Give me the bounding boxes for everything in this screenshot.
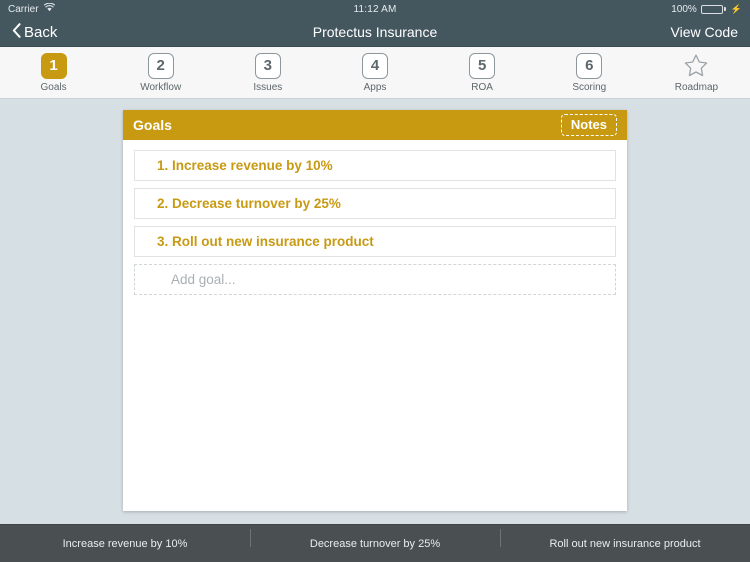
tab-goals[interactable]: 1 Goals [0,47,107,98]
page-title: Protectus Insurance [312,24,438,40]
tab-scoring-label: Scoring [572,81,607,93]
view-code-button[interactable]: View Code [671,24,738,40]
back-button[interactable]: Back [12,22,58,42]
star-outline-icon [683,53,709,79]
goal-item[interactable]: 3. Roll out new insurance product [134,226,616,257]
battery-percent-label: 100% [671,3,697,15]
tab-roa[interactable]: 5 ROA [429,47,536,98]
status-bar: Carrier 11:12 AM 100% ⚡ [0,0,750,18]
bottom-summary-bar: Increase revenue by 10% Decrease turnove… [0,524,750,562]
tab-goals-label: Goals [40,81,67,93]
chevron-left-icon [12,22,21,42]
goals-panel-header: Goals Notes [123,110,627,140]
tab-issues[interactable]: 3 Issues [214,47,321,98]
tab-scoring[interactable]: 6 Scoring [536,47,643,98]
bottom-bar-item[interactable]: Decrease turnover by 25% [250,528,500,550]
add-goal-input[interactable]: Add goal... [134,264,616,295]
number-badge-4: 4 [361,52,388,79]
charging-bolt-icon: ⚡ [730,3,742,14]
battery-full-icon [700,4,726,14]
number-badge-6: 6 [576,52,603,79]
nav-bar: Back Protectus Insurance View Code [0,18,750,47]
tab-strip: 1 Goals 2 Workflow 3 Issues 4 Apps 5 ROA… [0,47,750,99]
goals-panel: Goals Notes 1. Increase revenue by 10% 2… [123,110,627,511]
goals-panel-title: Goals [133,117,172,133]
tab-roadmap[interactable]: Roadmap [643,47,750,98]
number-badge-3: 3 [254,52,281,79]
tab-issues-label: Issues [253,81,283,93]
tab-workflow-label: Workflow [140,81,182,93]
status-bar-time: 11:12 AM [353,3,397,15]
notes-button[interactable]: Notes [560,114,617,136]
number-badge-2: 2 [147,52,174,79]
number-badge-5: 5 [469,52,496,79]
app-root: Carrier 11:12 AM 100% ⚡ Back Protectus I… [0,0,750,562]
tab-roadmap-label: Roadmap [674,81,719,93]
back-button-label: Back [24,23,58,41]
tab-workflow[interactable]: 2 Workflow [107,47,214,98]
bottom-bar-item[interactable]: Roll out new insurance product [500,528,750,550]
bottom-bar-item[interactable]: Increase revenue by 10% [0,538,250,550]
goal-item[interactable]: 2. Decrease turnover by 25% [134,188,616,219]
goal-item[interactable]: 1. Increase revenue by 10% [134,150,616,181]
status-bar-right: 100% ⚡ [671,4,742,15]
tab-roa-label: ROA [471,81,493,93]
number-badge-1: 1 [40,52,67,79]
content-stage: Goals Notes 1. Increase revenue by 10% 2… [0,99,750,524]
goals-list: 1. Increase revenue by 10% 2. Decrease t… [123,140,627,511]
tab-apps[interactable]: 4 Apps [321,47,428,98]
tab-apps-label: Apps [363,81,387,93]
